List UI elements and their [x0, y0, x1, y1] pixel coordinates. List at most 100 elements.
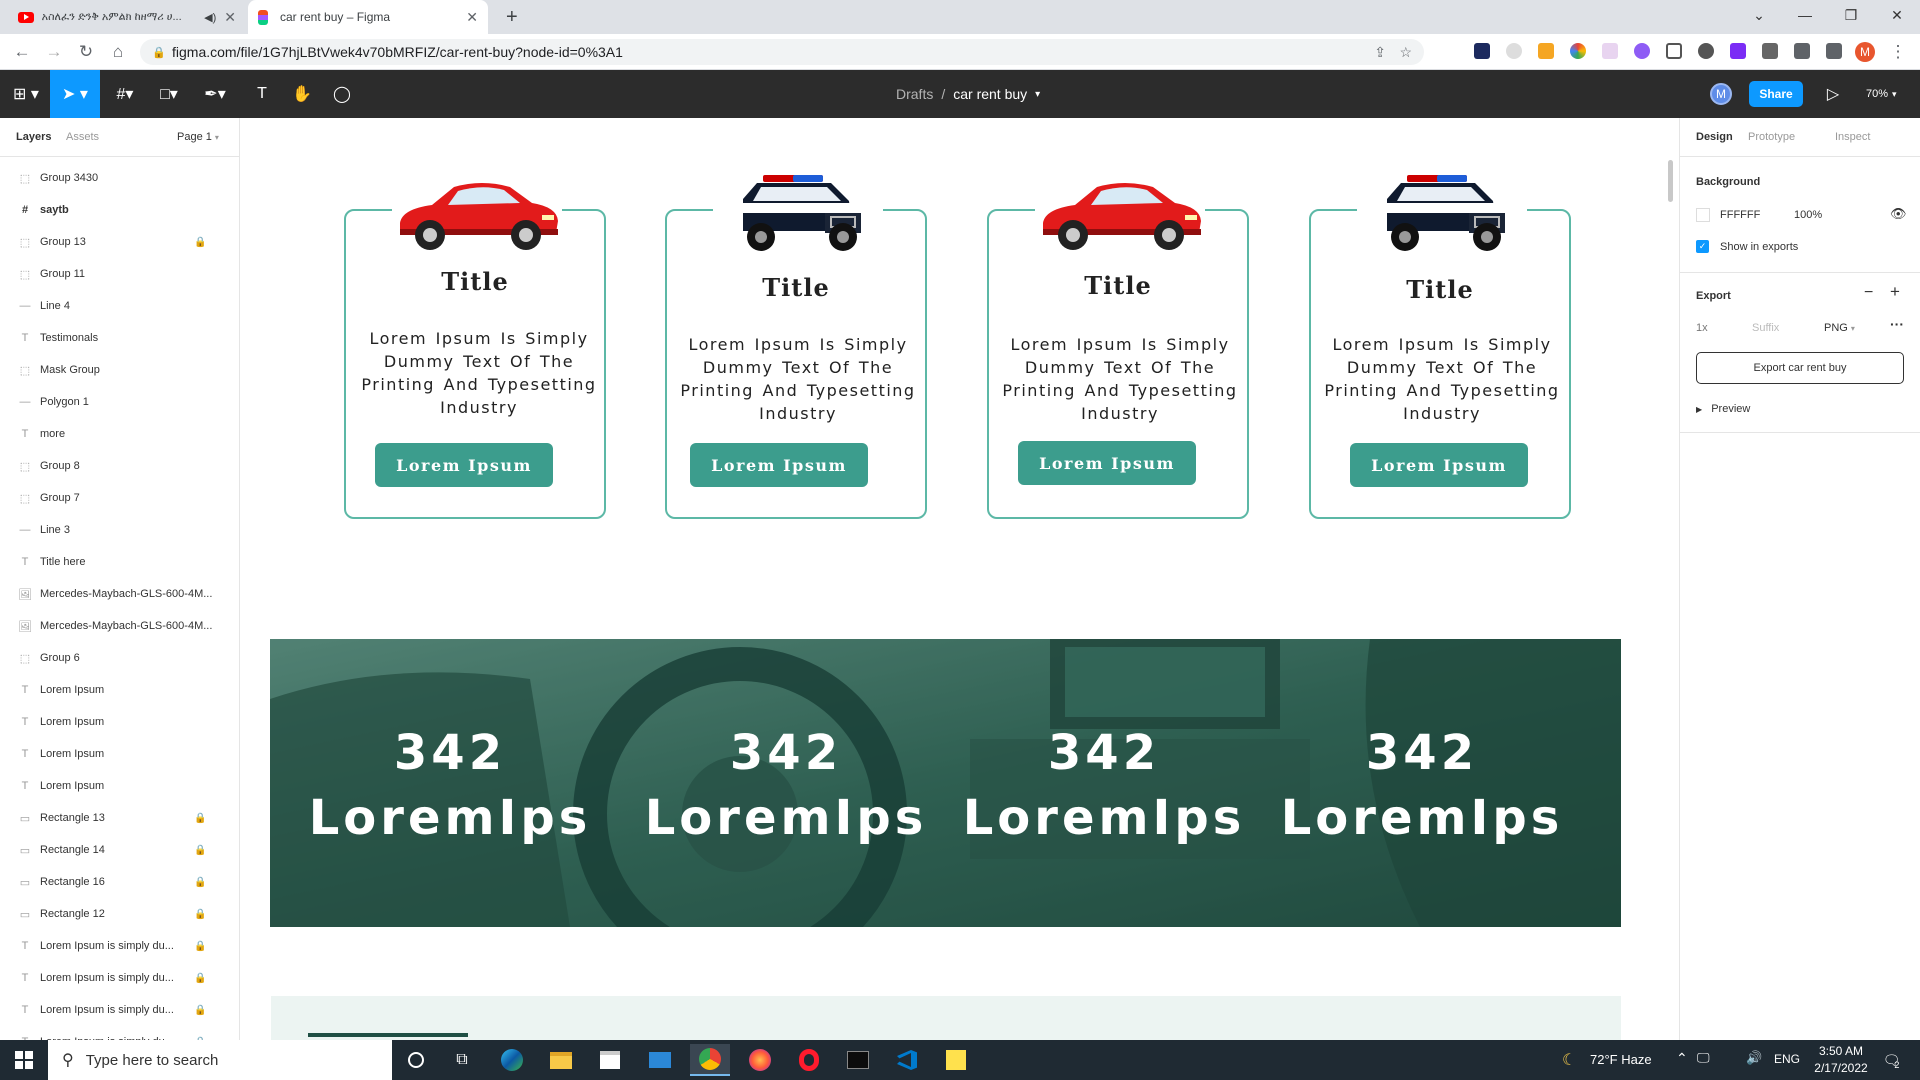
extension-icon[interactable]: [1474, 43, 1490, 59]
layer-item[interactable]: ⬚ Group 7: [0, 482, 239, 514]
layer-item[interactable]: ▭ Rectangle 12 🔒: [0, 898, 239, 930]
shape-tool-icon[interactable]: □▾: [148, 70, 190, 118]
layer-item[interactable]: ⬚ Group 11: [0, 258, 239, 290]
extension-icon[interactable]: [1602, 43, 1618, 59]
lock-icon[interactable]: 🔒: [194, 909, 206, 920]
notification-icon[interactable]: 🗨 2: [1878, 1048, 1904, 1072]
forward-icon[interactable]: →: [42, 40, 66, 64]
layer-item[interactable]: ⬚ Mask Group: [0, 354, 239, 386]
lock-icon[interactable]: 🔒: [194, 813, 206, 824]
eye-icon[interactable]: 👁: [1890, 206, 1907, 222]
url-field[interactable]: 🔒 figma.com/file/1G7hjLBtVwek4v70bMRFIZ/…: [140, 39, 1424, 65]
remove-export-icon[interactable]: −: [1864, 284, 1873, 302]
card-button[interactable]: Lorem Ipsum: [1350, 443, 1528, 487]
tab-inspect[interactable]: Inspect: [1835, 131, 1870, 143]
layer-item[interactable]: — Polygon 1: [0, 386, 239, 418]
menu-icon[interactable]: ⋮: [1886, 40, 1910, 64]
layer-item[interactable]: ⬚ Group 3430: [0, 162, 239, 194]
minimize-button[interactable]: —: [1782, 0, 1828, 30]
assets-tab[interactable]: Assets: [66, 131, 99, 143]
layer-item[interactable]: ⬚ Group 8: [0, 450, 239, 482]
bookmark-star-icon[interactable]: ☆: [1399, 44, 1412, 61]
windows-start-icon[interactable]: [4, 1044, 44, 1076]
show-in-exports-checkbox[interactable]: ✓: [1696, 240, 1709, 253]
pen-tool-icon[interactable]: ✒▾: [194, 70, 236, 118]
preview-toggle[interactable]: ▶ Preview: [1696, 403, 1750, 415]
layer-item[interactable]: — Line 4: [0, 290, 239, 322]
text-tool-icon[interactable]: T: [242, 70, 282, 118]
chrome-icon[interactable]: [690, 1044, 730, 1076]
frame-tool-icon[interactable]: #▾: [104, 70, 146, 118]
extension-icon[interactable]: [1538, 43, 1554, 59]
layer-item[interactable]: ▭ Rectangle 14 🔒: [0, 834, 239, 866]
layer-item[interactable]: ▭ Rectangle 16 🔒: [0, 866, 239, 898]
window-close-button[interactable]: ✕: [1874, 0, 1920, 30]
move-tool-icon[interactable]: ➤ ▾: [50, 70, 100, 118]
extension-icon[interactable]: [1506, 43, 1522, 59]
puzzle-icon[interactable]: [1794, 43, 1810, 59]
weather-text[interactable]: 72°F Haze: [1590, 1052, 1652, 1067]
extension-icon[interactable]: [1698, 43, 1714, 59]
tab-figma[interactable]: car rent buy – Figma ✕: [248, 0, 488, 34]
card-button[interactable]: Lorem Ipsum: [690, 443, 868, 487]
hand-tool-icon[interactable]: ✋: [282, 70, 322, 118]
cortana-icon[interactable]: [396, 1044, 436, 1076]
layer-item[interactable]: T Lorem Ipsum: [0, 770, 239, 802]
layer-item[interactable]: ⬚ Group 13 🔒: [0, 226, 239, 258]
layer-item[interactable]: Tmore: [0, 418, 239, 450]
add-export-icon[interactable]: +: [1890, 282, 1900, 302]
tab-design[interactable]: Design: [1696, 131, 1733, 143]
color-swatch[interactable]: [1696, 208, 1710, 222]
restore-button[interactable]: ❐: [1828, 0, 1874, 30]
layer-item[interactable]: 🖼 Mercedes-Maybach-GLS-600-4M...: [0, 578, 239, 610]
speaker-icon[interactable]: ◀): [204, 11, 216, 24]
reading-list-icon[interactable]: [1826, 43, 1842, 59]
vertical-scrollbar[interactable]: [1668, 160, 1673, 202]
lock-icon[interactable]: 🔒: [194, 1005, 206, 1016]
extension-icon[interactable]: [1570, 43, 1586, 59]
page-selector[interactable]: Page 1 ▾: [177, 131, 219, 143]
back-icon[interactable]: ←: [10, 40, 34, 64]
canvas[interactable]: Title Lorem Ipsum Is Simply Dummy Text O…: [240, 118, 1679, 1040]
export-suffix-input[interactable]: Suffix: [1752, 322, 1779, 334]
card-button[interactable]: Lorem Ipsum: [375, 443, 553, 487]
weather-icon[interactable]: ☾: [1562, 1050, 1576, 1070]
store-icon[interactable]: [590, 1044, 630, 1076]
extension-icon[interactable]: [1666, 43, 1682, 59]
mail-icon[interactable]: [640, 1044, 680, 1076]
layer-item[interactable]: T Testimonals: [0, 322, 239, 354]
layer-item[interactable]: TLorem Ipsum is simply du...🔒: [0, 1026, 239, 1040]
export-scale[interactable]: 1x: [1696, 322, 1708, 334]
tab-youtube[interactable]: አስለፈን ድንቅ አምልክ ከዘማሪ ሀ... ◀) ✕: [8, 0, 246, 34]
firefox-icon[interactable]: [740, 1044, 780, 1076]
layer-item[interactable]: TLorem Ipsum is simply du...🔒: [0, 930, 239, 962]
layer-item[interactable]: T Lorem Ipsum: [0, 738, 239, 770]
file-explorer-icon[interactable]: [541, 1044, 581, 1076]
close-icon[interactable]: ✕: [224, 9, 236, 26]
main-menu-icon[interactable]: ⊞ ▾: [4, 70, 48, 118]
close-icon[interactable]: ✕: [466, 9, 478, 26]
vscode-icon[interactable]: [887, 1044, 927, 1076]
layer-item[interactable]: — Line 3: [0, 514, 239, 546]
lock-icon[interactable]: 🔒: [194, 877, 206, 888]
volume-icon[interactable]: 🔊: [1746, 1050, 1762, 1066]
layer-item[interactable]: 🖼 Mercedes-Maybach-GLS-600-4M...: [0, 610, 239, 642]
lock-icon[interactable]: 🔒: [194, 941, 206, 952]
clock[interactable]: 3:50 AM 2/17/2022: [1806, 1043, 1876, 1077]
lock-icon[interactable]: 🔒: [194, 845, 206, 856]
language-indicator[interactable]: ENG: [1774, 1052, 1800, 1066]
comment-tool-icon[interactable]: ◯: [322, 70, 362, 118]
reload-icon[interactable]: ↻: [74, 40, 98, 64]
taskbar-search-box[interactable]: ⚲ Type here to search: [48, 1040, 392, 1080]
card-button[interactable]: Lorem Ipsum: [1018, 441, 1196, 485]
layer-item[interactable]: # saytb: [0, 194, 239, 226]
layer-item[interactable]: ⬚ Group 6: [0, 642, 239, 674]
edge-icon[interactable]: [492, 1044, 532, 1076]
export-format-dropdown[interactable]: PNG ▾: [1824, 322, 1855, 334]
profile-avatar[interactable]: M: [1855, 42, 1875, 62]
chevron-down-icon[interactable]: ▾: [1035, 89, 1040, 100]
home-icon[interactable]: ⌂: [106, 40, 130, 64]
breadcrumb-drafts[interactable]: Drafts: [896, 86, 933, 102]
tray-chevron-icon[interactable]: ⌃: [1676, 1050, 1688, 1067]
zoom-dropdown[interactable]: 70% ▾: [1866, 70, 1897, 118]
